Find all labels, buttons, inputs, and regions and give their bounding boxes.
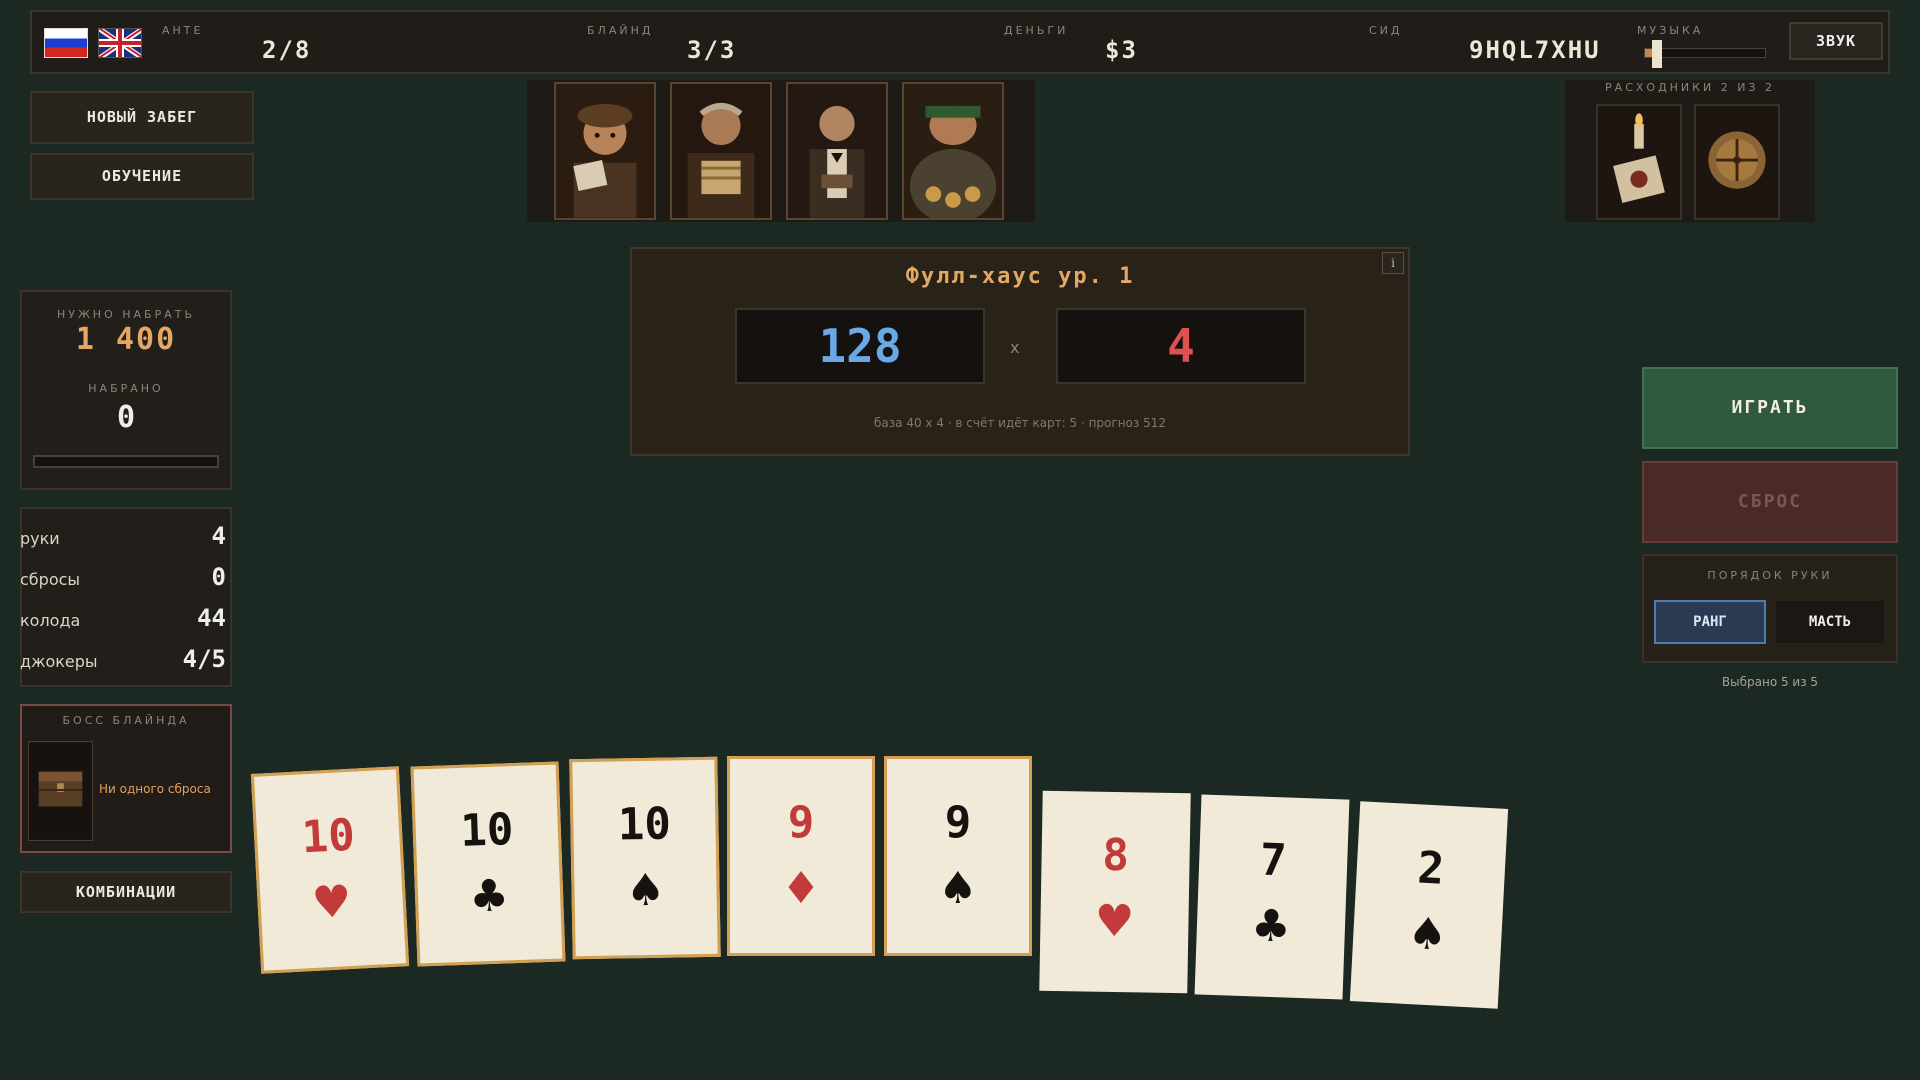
hand-card[interactable]: 10 ♣ (410, 761, 566, 967)
multiply-sign: x (1010, 338, 1020, 357)
sort-label: ПОРЯДОК РУКИ (1707, 569, 1833, 582)
deck-label: колода (20, 611, 81, 630)
chips-value: 128 (735, 308, 985, 384)
jokers-value: 4/5 (182, 645, 226, 673)
card-suit-icon: ♠ (1406, 907, 1449, 961)
top-bar: АНТЕ 2/8 БЛАЙНД 3/3 ДЕНЬГИ $3 СИД 9HQL7X… (30, 10, 1890, 74)
mult-value: 4 (1056, 308, 1306, 384)
score-progress-bar (33, 455, 219, 468)
card-rank: 10 (617, 798, 672, 851)
seed-value: 9HQL7XHU (1469, 36, 1601, 64)
card-suit-icon: ♣ (468, 870, 510, 923)
seed-label: СИД (1369, 24, 1403, 37)
hand-card[interactable]: 9 ♦ (727, 756, 875, 956)
need-value: 1 400 (75, 322, 177, 357)
hand-type-title: Фулл-хаус ур. 1 (905, 264, 1135, 289)
consumable-card-compass[interactable] (1694, 104, 1780, 220)
selected-count: Выбрано 5 из 5 (1721, 675, 1819, 689)
card-rank: 7 (1259, 834, 1288, 887)
money-value: $3 (1105, 36, 1138, 64)
ante-label: АНТЕ (162, 24, 204, 37)
card-rank: 10 (459, 804, 515, 857)
discard-button[interactable]: СБРОС (1642, 461, 1898, 543)
deck-value: 44 (197, 604, 226, 632)
card-rank: 2 (1416, 842, 1446, 895)
new-run-button[interactable]: НОВЫЙ ЗАБЕГ (30, 91, 254, 144)
music-slider[interactable] (1644, 40, 1766, 68)
joker-card-old-man-money[interactable] (670, 82, 772, 220)
card-suit-icon: ♣ (1250, 900, 1292, 953)
hand-card[interactable]: 10 ♥ (250, 766, 410, 974)
discards-value: 0 (211, 563, 226, 591)
money-label: ДЕНЬГИ (1004, 24, 1069, 37)
score-formula: база 40 x 4 · в счёт идёт карт: 5 · прог… (874, 416, 1166, 430)
joker-card-boy[interactable] (554, 82, 656, 220)
ante-value: 2/8 (262, 36, 312, 64)
sort-by-suit-button[interactable]: МАСТЬ (1776, 601, 1884, 643)
boss-blind-label: БОСС БЛАЙНДА (62, 714, 190, 727)
hand-card[interactable]: 7 ♣ (1194, 794, 1350, 1000)
russian-flag-icon[interactable] (44, 28, 88, 58)
discards-label: сбросы (20, 570, 81, 589)
hand-card[interactable]: 2 ♠ (1349, 801, 1509, 1009)
card-rank: 9 (787, 797, 815, 848)
joker-card-gentleman[interactable] (786, 82, 888, 220)
hand-card[interactable]: 10 ♠ (569, 756, 721, 960)
music-slider-handle[interactable] (1652, 40, 1663, 68)
jokers-label: джокеры (20, 652, 98, 671)
card-rank: 8 (1101, 829, 1130, 882)
scored-value: 0 (116, 400, 136, 435)
combinations-button[interactable]: КОМБИНАЦИИ (20, 871, 232, 913)
music-label: МУЗЫКА (1637, 24, 1704, 37)
joker-card-fat-man[interactable] (902, 82, 1004, 220)
need-label: НУЖНО НАБРАТЬ (56, 308, 196, 321)
consumable-card-candle[interactable] (1596, 104, 1682, 220)
blind-value: 3/3 (687, 36, 737, 64)
card-rank: 9 (944, 797, 972, 848)
card-suit-icon: ♥ (1094, 895, 1135, 948)
card-suit-icon: ♠ (938, 863, 978, 914)
consumables-label: РАСХОДНИКИ 2 ИЗ 2 (1605, 81, 1775, 94)
hand-card[interactable]: 9 ♠ (884, 756, 1032, 956)
hands-label: руки (20, 529, 60, 548)
card-suit-icon: ♠ (625, 864, 666, 917)
sort-by-rank-button[interactable]: РАНГ (1654, 600, 1766, 644)
card-suit-icon: ♥ (310, 875, 353, 929)
hand-card[interactable]: 8 ♥ (1039, 790, 1191, 994)
sound-button[interactable]: ЗВУК (1789, 22, 1883, 60)
card-rank: 10 (300, 809, 357, 864)
tutorial-button[interactable]: ОБУЧЕНИЕ (30, 153, 254, 200)
boss-chest-icon (28, 741, 93, 841)
uk-flag-icon[interactable] (98, 28, 142, 58)
card-suit-icon: ♦ (781, 863, 821, 914)
hands-value: 4 (211, 522, 226, 550)
info-button[interactable]: i (1382, 252, 1404, 274)
play-hand-button[interactable]: ИГРАТЬ (1642, 367, 1898, 449)
blind-label: БЛАЙНД (587, 24, 654, 37)
boss-blind-effect: Ни одного сброса (99, 782, 211, 796)
scored-label: НАБРАНО (88, 382, 164, 395)
